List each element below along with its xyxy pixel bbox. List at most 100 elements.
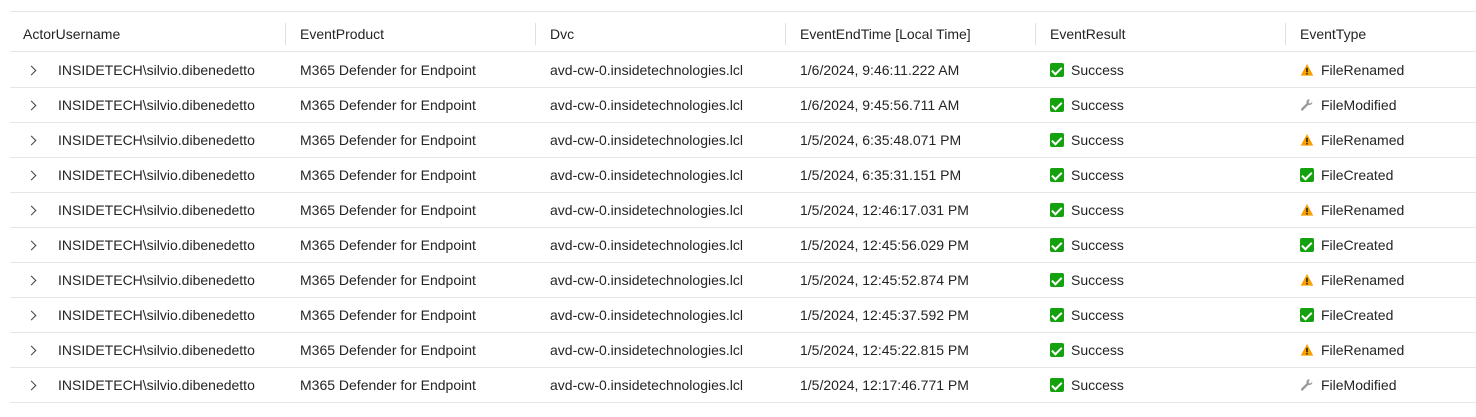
cell-actor-username: INSIDETECH\silvio.dibenedetto <box>58 272 255 288</box>
event-type-label: FileRenamed <box>1321 132 1405 148</box>
cell-dvc: avd-cw-0.insidetechnologies.lcl <box>550 202 743 218</box>
expand-row-button[interactable] <box>24 228 40 262</box>
check-icon <box>1050 273 1064 287</box>
cell-event-type: FileRenamed <box>1300 123 1404 157</box>
column-divider[interactable] <box>1035 23 1036 45</box>
table-row[interactable]: INSIDETECH\silvio.dibenedetto M365 Defend… <box>10 298 1476 333</box>
cell-event-type: FileRenamed <box>1300 333 1404 367</box>
cell-event-result: Success <box>1050 263 1124 297</box>
cell-dvc: avd-cw-0.insidetechnologies.lcl <box>550 377 743 393</box>
cell-actor-username: INSIDETECH\silvio.dibenedetto <box>58 167 255 183</box>
check-icon <box>1050 203 1064 217</box>
event-type-label: FileRenamed <box>1321 202 1405 218</box>
cell-event-result: Success <box>1050 88 1124 122</box>
event-result-label: Success <box>1071 272 1124 288</box>
cell-event-result: Success <box>1050 298 1124 332</box>
column-divider[interactable] <box>1285 23 1286 45</box>
event-result-label: Success <box>1071 377 1124 393</box>
table-row[interactable]: INSIDETECH\silvio.dibenedetto M365 Defend… <box>10 368 1476 403</box>
cell-event-product: M365 Defender for Endpoint <box>300 237 476 253</box>
table-row[interactable]: INSIDETECH\silvio.dibenedetto M365 Defend… <box>10 123 1476 158</box>
event-type-label: FileRenamed <box>1321 342 1405 358</box>
table-row[interactable]: INSIDETECH\silvio.dibenedetto M365 Defend… <box>10 88 1476 123</box>
chevron-right-icon <box>26 240 36 250</box>
cell-actor-username: INSIDETECH\silvio.dibenedetto <box>58 342 255 358</box>
cell-event-type: FileCreated <box>1300 298 1393 332</box>
chevron-right-icon <box>26 310 36 320</box>
cell-event-product: M365 Defender for Endpoint <box>300 167 476 183</box>
cell-event-result: Success <box>1050 53 1124 87</box>
cell-event-type: FileCreated <box>1300 158 1393 192</box>
column-divider[interactable] <box>535 23 536 45</box>
cell-event-result: Success <box>1050 368 1124 402</box>
check-icon <box>1050 98 1064 112</box>
chevron-right-icon <box>26 275 36 285</box>
column-header-actor-username[interactable]: ActorUsername <box>23 17 120 51</box>
cell-event-end-time: 1/5/2024, 12:45:37.592 PM <box>800 307 969 323</box>
warning-icon <box>1300 273 1314 287</box>
cell-event-end-time: 1/5/2024, 12:17:46.771 PM <box>800 377 969 393</box>
table-row[interactable]: INSIDETECH\silvio.dibenedetto M365 Defend… <box>10 333 1476 368</box>
cell-dvc: avd-cw-0.insidetechnologies.lcl <box>550 97 743 113</box>
expand-row-button[interactable] <box>24 263 40 297</box>
expand-row-button[interactable] <box>24 53 40 87</box>
table-row[interactable]: INSIDETECH\silvio.dibenedetto M365 Defend… <box>10 263 1476 298</box>
event-type-label: FileCreated <box>1321 307 1394 323</box>
warning-icon <box>1300 343 1314 357</box>
check-icon <box>1300 238 1314 252</box>
cell-event-product: M365 Defender for Endpoint <box>300 342 476 358</box>
wrench-icon <box>1300 98 1314 112</box>
cell-event-end-time: 1/5/2024, 12:45:22.815 PM <box>800 342 969 358</box>
check-icon <box>1050 378 1064 392</box>
table-row[interactable]: INSIDETECH\silvio.dibenedetto M365 Defend… <box>10 228 1476 263</box>
expand-row-button[interactable] <box>24 368 40 402</box>
column-header-event-result[interactable]: EventResult <box>1050 17 1125 51</box>
expand-row-button[interactable] <box>24 333 40 367</box>
cell-event-product: M365 Defender for Endpoint <box>300 272 476 288</box>
cell-event-type: FileRenamed <box>1300 193 1404 227</box>
table-row[interactable]: INSIDETECH\silvio.dibenedetto M365 Defend… <box>10 158 1476 193</box>
expand-row-button[interactable] <box>24 298 40 332</box>
table-row[interactable]: INSIDETECH\silvio.dibenedetto M365 Defend… <box>10 193 1476 228</box>
column-divider[interactable] <box>785 23 786 45</box>
cell-event-end-time: 1/6/2024, 9:45:56.711 AM <box>800 97 960 113</box>
expand-row-button[interactable] <box>24 88 40 122</box>
event-type-label: FileRenamed <box>1321 272 1405 288</box>
cell-event-end-time: 1/5/2024, 6:35:48.071 PM <box>800 132 962 148</box>
cell-event-end-time: 1/5/2024, 12:45:52.874 PM <box>800 272 969 288</box>
cell-event-type: FileRenamed <box>1300 263 1404 297</box>
cell-event-product: M365 Defender for Endpoint <box>300 97 476 113</box>
cell-dvc: avd-cw-0.insidetechnologies.lcl <box>550 62 743 78</box>
table-row[interactable]: INSIDETECH\silvio.dibenedetto M365 Defend… <box>10 53 1476 88</box>
expand-row-button[interactable] <box>24 193 40 227</box>
check-icon <box>1050 133 1064 147</box>
column-header-dvc[interactable]: Dvc <box>550 17 574 51</box>
cell-dvc: avd-cw-0.insidetechnologies.lcl <box>550 132 743 148</box>
cell-event-result: Success <box>1050 333 1124 367</box>
column-header-event-end-time[interactable]: EventEndTime [Local Time] <box>800 17 971 51</box>
event-result-label: Success <box>1071 202 1124 218</box>
expand-row-button[interactable] <box>24 158 40 192</box>
event-result-label: Success <box>1071 167 1124 183</box>
column-header-event-product[interactable]: EventProduct <box>300 17 384 51</box>
chevron-right-icon <box>26 205 36 215</box>
check-icon <box>1300 168 1314 182</box>
event-result-label: Success <box>1071 62 1124 78</box>
cell-actor-username: INSIDETECH\silvio.dibenedetto <box>58 307 255 323</box>
event-type-label: FileCreated <box>1321 237 1394 253</box>
cell-event-end-time: 1/6/2024, 9:46:11.222 AM <box>800 62 960 78</box>
event-result-label: Success <box>1071 342 1124 358</box>
cell-event-product: M365 Defender for Endpoint <box>300 377 476 393</box>
cell-event-product: M365 Defender for Endpoint <box>300 307 476 323</box>
chevron-right-icon <box>26 170 36 180</box>
column-divider[interactable] <box>285 23 286 45</box>
check-icon <box>1050 343 1064 357</box>
wrench-icon <box>1300 378 1314 392</box>
event-result-label: Success <box>1071 307 1124 323</box>
expand-row-button[interactable] <box>24 123 40 157</box>
cell-event-product: M365 Defender for Endpoint <box>300 202 476 218</box>
cell-event-result: Success <box>1050 123 1124 157</box>
event-type-label: FileModified <box>1321 377 1397 393</box>
check-icon <box>1050 168 1064 182</box>
column-header-event-type[interactable]: EventType <box>1300 17 1366 51</box>
